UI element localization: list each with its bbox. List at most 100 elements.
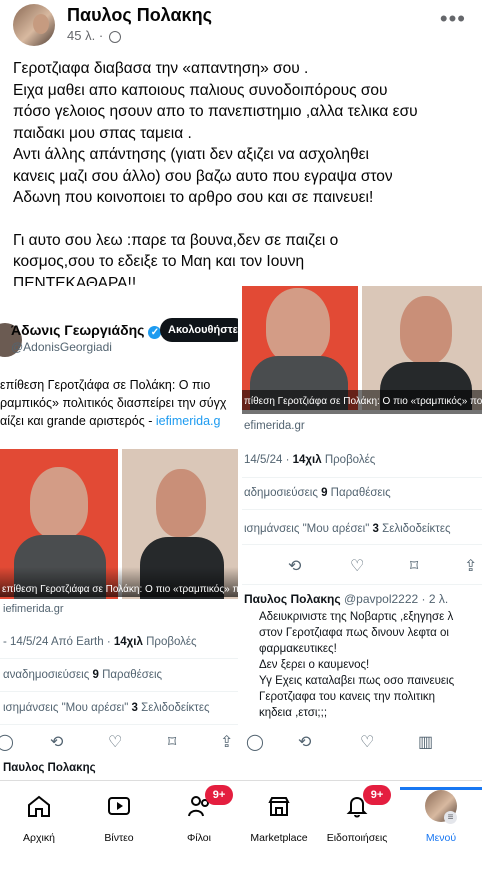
tweet-stats-likes: ισημάνσεις "Μου αρέσει" 3 Σελιδοδείκτες (3, 702, 210, 714)
nav-menu[interactable]: ≡ Μενού (400, 787, 482, 849)
right-tweet-screenshot[interactable]: πίθεση Γεροτζιάφα σε Πολάκη: Ο πιο «τραμ… (242, 286, 482, 780)
tweet-line: αίζει και grande αριστερός - iefimerida.… (0, 412, 238, 430)
likes-label: ισημάνσεις "Μου αρέσει" (3, 702, 129, 714)
likes-label: ισημάνσεις "Μου αρέσει" (244, 523, 370, 535)
article-caption: πίθεση Γεροτζιάφα σε Πολάκη: Ο πιο «τραμ… (242, 390, 482, 414)
share-icon: ⇪ (220, 734, 234, 751)
separator: · (98, 28, 107, 43)
post-header: Παυλος Πολακης 45 λ. · ••• (0, 0, 482, 50)
article-source: efimerida.gr (244, 420, 305, 432)
bookmark-icon: ⌑ (168, 734, 177, 751)
reposts-label: αναδημοσιεύσεις (3, 669, 90, 681)
reply-line: Δεν ξερει ο καυμενος! (259, 659, 370, 671)
reply-line: Αδειυκρινιστε της Νοβαρτις ,εξηγησε λ (259, 611, 454, 623)
tweet-actions: ◯ ⟲ ♡ ⌑ ⇪ (0, 732, 238, 756)
reply-line: Υγ Εχεις καταλαβει πως οσο παινευεις (259, 675, 455, 687)
tweet-stats-likes: ισημάνσεις "Μου αρέσει" 3 Σελιδοδείκτες (244, 523, 451, 535)
bookmarks-label: Σελιδοδείκτες (382, 523, 451, 535)
reply-icon: ◯ (0, 734, 14, 751)
post-line: Αδωνη που κοινοποιει το αρθρο σου και σε… (13, 189, 374, 206)
post-time[interactable]: 45 λ. (67, 28, 95, 43)
divider (0, 724, 238, 725)
nav-marketplace[interactable]: Marketplace (240, 787, 318, 849)
person-head (156, 469, 206, 537)
stats-icon: ▥ (418, 734, 434, 751)
divider (0, 658, 238, 659)
repost-icon: ⟲ (288, 558, 302, 575)
reposts-label: αδημοσιεύσεις (244, 487, 318, 499)
post-line: παιδακι μου σπας ταμεια . (13, 124, 192, 142)
left-tweet-screenshot[interactable]: Άδωνις Γεωργιάδης ✓ @AdonisGeorgiadi Ακολ… (0, 286, 238, 780)
divider (242, 477, 482, 478)
post-line: κανεις μαζι σου άλλο) σου βαζω αυτο που … (13, 167, 393, 185)
nav-home[interactable]: Αρχική (0, 787, 78, 849)
tweet-text: επίθεση Γεροτζιάφα σε Πολάκη: Ο πιο ραμπ… (0, 376, 238, 430)
article-source: iefimerida.gr (3, 603, 64, 615)
views-label: Προβολές (324, 454, 376, 466)
tweet-line: ραμπικός» πολιτικός διασπείρει την σύγχ (0, 396, 227, 410)
like-icon: ♡ (108, 734, 123, 751)
tweet-link: iefimerida.g (155, 414, 221, 428)
reply-line: στον Γεροτζιαφα πως δινουν λεφτα οι (259, 627, 449, 639)
nav-video[interactable]: Βίντεο (80, 787, 158, 849)
reply-line: φαρμακευτικες! (259, 643, 337, 655)
person-head (266, 288, 330, 364)
reply-handle: @pavpol2222 · 2 λ. (343, 592, 449, 606)
post-meta: 45 λ. · (67, 28, 121, 43)
menu-small-icon: ≡ (444, 811, 457, 824)
nav-label: Αρχική (23, 832, 55, 844)
nav-notifications[interactable]: 9+ Ειδοποιήσεις (318, 785, 396, 849)
post-line: Γι αυτο σου λεω :παρε τα βουνα,δεν σε πα… (13, 231, 339, 249)
friends-badge: 9+ (205, 785, 233, 805)
quotes-count: 9 (92, 669, 99, 681)
nav-friends[interactable]: 9+ Φίλοι (160, 785, 238, 849)
divider (242, 509, 482, 510)
quotes-label: Παραθέσεις (330, 487, 391, 499)
reply-line: Γεροτζιαφα του κανεις την πολιτικη (259, 691, 436, 703)
post-text: Γεροτζιαφα διαβασα την «απαντηση» σου . … (13, 58, 473, 294)
bookmarks-count: 3 (372, 523, 379, 535)
bookmark-icon: ⌑ (410, 558, 419, 575)
reply-line: κηδεια ,ετσι;;; (259, 707, 328, 719)
follow-button: Ακολουθήστε (160, 318, 238, 342)
tweet-stats-reposts: αδημοσιεύσεις 9 Παραθέσεις (244, 487, 391, 499)
nav-label: Marketplace (250, 832, 308, 844)
tweet-name-text: Άδωνις Γεωργιάδης (11, 322, 145, 338)
views-count: 14χιλ (292, 454, 322, 466)
tweet-author-name: Άδωνις Γεωργιάδης ✓ (11, 322, 162, 339)
tweet-stats-reposts: αναδημοσιεύσεις 9 Παραθέσεις (3, 669, 162, 681)
reply-author: Παυλος Πολακης (244, 592, 341, 606)
tweet-author-handle: @AdonisGeorgiadi (11, 340, 112, 354)
author-avatar[interactable] (13, 4, 55, 46)
post-line: Ειχα μαθει απο καποιους παλιους συνοδοιπ… (13, 81, 388, 99)
divider (242, 584, 482, 585)
reply-header: Παυλος Πολακης @pavpol2222 · 2 λ. (244, 592, 448, 606)
tweet-stats-time: 14/5/24 · 14χιλ Προβολές (244, 454, 375, 466)
post-image-collage[interactable]: Άδωνις Γεωργιάδης ✓ @AdonisGeorgiadi Ακολ… (0, 286, 482, 780)
person-head (30, 467, 88, 539)
more-options-icon[interactable]: ••• (440, 6, 466, 32)
divider (0, 691, 238, 692)
repost-icon: ⟲ (50, 734, 64, 751)
bookmarks-label: Σελιδοδείκτες (141, 702, 210, 714)
like-icon: ♡ (350, 558, 365, 575)
tweet-line-text: αίζει και grande αριστερός - (0, 414, 153, 428)
tweet-date: - 14/5/24 Από Earth · (3, 636, 111, 648)
nav-label: Μενού (425, 832, 457, 844)
share-icon: ⇪ (464, 558, 478, 575)
author-name[interactable]: Παυλος Πολακης (67, 5, 212, 26)
video-icon (108, 797, 130, 815)
person-head (400, 296, 452, 364)
bottom-navigation: Αρχική Βίντεο 9+ Φίλοι Marketplace 9+ Ει… (0, 780, 482, 874)
notifications-badge: 9+ (363, 785, 391, 805)
reply-text: Αδειυκρινιστε της Νοβαρτις ,εξηγησε λ στ… (259, 609, 482, 721)
tweet-actions: ⟲ ♡ ⌑ ⇪ (242, 556, 482, 580)
home-icon (28, 795, 50, 817)
quotes-label: Παραθέσεις (102, 669, 163, 681)
nav-label: Βίντεο (104, 832, 134, 844)
nav-label: Ειδοποιήσεις (326, 832, 388, 844)
repost-icon: ⟲ (298, 734, 312, 751)
views-count: 14χιλ (113, 636, 143, 648)
reply-actions: ◯ ⟲ ♡ ▥ (242, 732, 482, 756)
article-caption: επίθεση Γεροτζιάφα σε Πολάκη: Ο πιο «τρα… (0, 567, 238, 597)
